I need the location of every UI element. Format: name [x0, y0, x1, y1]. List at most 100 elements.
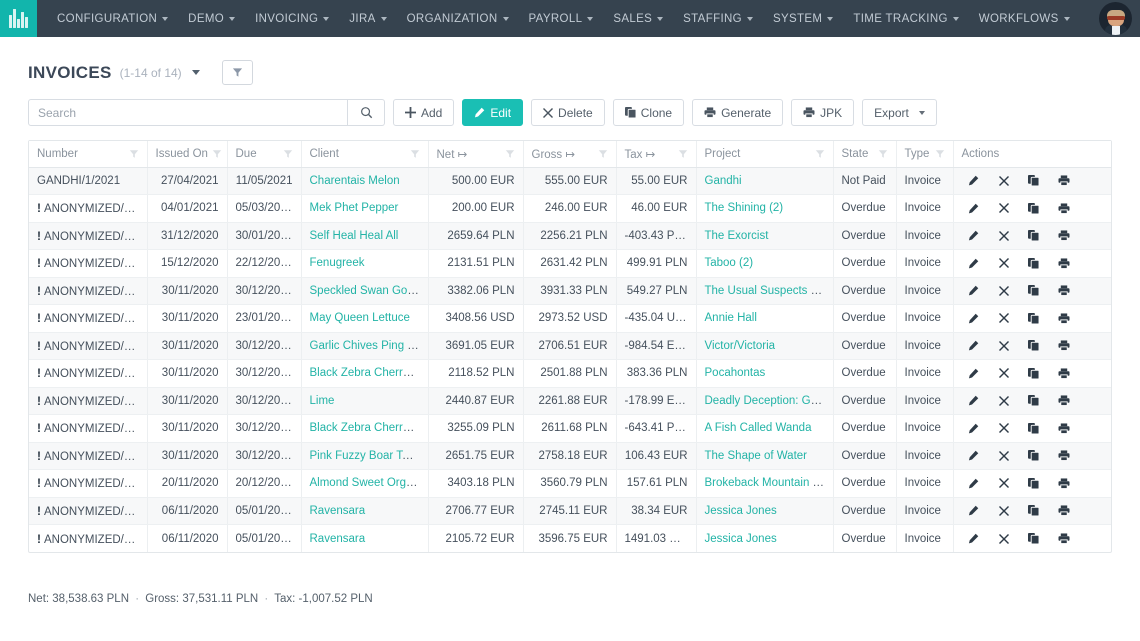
column-header-issued-on[interactable]: Issued On [147, 141, 227, 167]
row-clone-button[interactable] [1020, 529, 1048, 549]
row-delete-button[interactable] [990, 529, 1018, 549]
table-row[interactable]: !ANONYMIZED/5/202130/11/202030/12/2020Ga… [29, 332, 1111, 360]
row-clone-button[interactable] [1020, 253, 1048, 273]
row-clone-button[interactable] [1020, 308, 1048, 328]
table-row[interactable]: !ANONYMIZED/9/202130/11/202030/12/2020Pi… [29, 442, 1111, 470]
filter-toggle-button[interactable] [222, 60, 253, 85]
table-row[interactable]: !ANONYMIZED/12/202115/12/202022/12/2020F… [29, 250, 1111, 278]
row-edit-button[interactable] [960, 529, 988, 549]
nav-item-system[interactable]: SYSTEM [763, 0, 843, 37]
column-filter-button[interactable] [505, 149, 515, 159]
record-count-chevron-down-icon[interactable] [192, 70, 200, 75]
nav-item-workflows[interactable]: WORKFLOWS [969, 0, 1080, 37]
row-delete-button[interactable] [990, 336, 1018, 356]
cell-project[interactable]: Annie Hall [696, 305, 833, 333]
row-edit-button[interactable] [960, 418, 988, 438]
search-input[interactable] [28, 99, 348, 126]
cell-client[interactable]: Almond Sweet Organic [301, 470, 428, 498]
cell-client[interactable]: May Queen Lettuce [301, 305, 428, 333]
app-logo[interactable] [0, 0, 37, 37]
add-button[interactable]: Add [393, 99, 454, 126]
column-header-client[interactable]: Client [301, 141, 428, 167]
row-delete-button[interactable] [990, 253, 1018, 273]
cell-client[interactable]: Black Zebra Cherry Tomato [301, 360, 428, 388]
column-filter-button[interactable] [935, 149, 945, 159]
nav-item-invoicing[interactable]: INVOICING [245, 0, 339, 37]
column-header-type[interactable]: Type [896, 141, 953, 167]
cell-client[interactable]: Charentais Melon [301, 167, 428, 195]
cell-project[interactable]: The Usual Suspects (2) [696, 277, 833, 305]
cell-client[interactable]: Speckled Swan Gourd [301, 277, 428, 305]
table-row[interactable]: GANDHI/1/202127/04/202111/05/2021Charent… [29, 167, 1111, 195]
cell-project[interactable]: A Fish Called Wanda [696, 415, 833, 443]
row-edit-button[interactable] [960, 226, 988, 246]
row-clone-button[interactable] [1020, 391, 1048, 411]
row-delete-button[interactable] [990, 391, 1018, 411]
column-header-net[interactable]: Net ↦ [428, 141, 523, 167]
row-print-button[interactable] [1050, 529, 1078, 549]
row-print-button[interactable] [1050, 501, 1078, 521]
column-filter-button[interactable] [410, 149, 420, 159]
column-filter-button[interactable] [212, 149, 222, 159]
row-edit-button[interactable] [960, 446, 988, 466]
clone-button[interactable]: Clone [613, 99, 684, 126]
column-filter-button[interactable] [283, 149, 293, 159]
nav-item-demo[interactable]: DEMO [178, 0, 245, 37]
cell-client[interactable]: Self Heal Heal All [301, 222, 428, 250]
nav-item-staffing[interactable]: STAFFING [673, 0, 763, 37]
row-edit-button[interactable] [960, 308, 988, 328]
cell-project[interactable]: The Shape of Water [696, 442, 833, 470]
row-print-button[interactable] [1050, 198, 1078, 218]
cell-client[interactable]: Ravensara [301, 525, 428, 553]
cell-client[interactable]: Lime [301, 387, 428, 415]
nav-item-time-tracking[interactable]: TIME TRACKING [843, 0, 968, 37]
column-header-actions[interactable]: Actions [953, 141, 1111, 167]
column-header-state[interactable]: State [833, 141, 896, 167]
table-row[interactable]: !ANONYMIZED/6/202106/11/202005/01/2021Ra… [29, 497, 1111, 525]
column-header-gross[interactable]: Gross ↦ [523, 141, 616, 167]
table-row[interactable]: !ANONYMIZED/10/202104/01/202105/03/2021M… [29, 195, 1111, 223]
row-edit-button[interactable] [960, 473, 988, 493]
row-clone-button[interactable] [1020, 281, 1048, 301]
row-edit-button[interactable] [960, 391, 988, 411]
cell-project[interactable]: Taboo (2) [696, 250, 833, 278]
row-print-button[interactable] [1050, 253, 1078, 273]
row-edit-button[interactable] [960, 281, 988, 301]
user-avatar[interactable] [1099, 2, 1132, 35]
jpk-button[interactable]: JPK [791, 99, 854, 126]
nav-item-sales[interactable]: SALES [603, 0, 673, 37]
cell-client[interactable]: Mek Phet Pepper [301, 195, 428, 223]
table-row[interactable]: !ANONYMIZED/2/202120/11/202020/12/2020Al… [29, 470, 1111, 498]
table-row[interactable]: !ANONYMIZED/11/202131/12/202030/01/2021S… [29, 222, 1111, 250]
row-print-button[interactable] [1050, 418, 1078, 438]
row-delete-button[interactable] [990, 281, 1018, 301]
cell-project[interactable]: Deadly Deception: General Ele… [696, 387, 833, 415]
row-clone-button[interactable] [1020, 418, 1048, 438]
row-print-button[interactable] [1050, 226, 1078, 246]
row-delete-button[interactable] [990, 363, 1018, 383]
row-clone-button[interactable] [1020, 198, 1048, 218]
column-filter-button[interactable] [129, 149, 139, 159]
row-print-button[interactable] [1050, 391, 1078, 411]
row-clone-button[interactable] [1020, 501, 1048, 521]
table-row[interactable]: !ANONYMIZED/7/202106/11/202005/01/2021Ra… [29, 525, 1111, 553]
cell-project[interactable]: Pocahontas [696, 360, 833, 388]
row-print-button[interactable] [1050, 308, 1078, 328]
cell-project[interactable]: Victor/Victoria [696, 332, 833, 360]
row-edit-button[interactable] [960, 363, 988, 383]
export-button[interactable]: Export [862, 99, 937, 126]
row-clone-button[interactable] [1020, 446, 1048, 466]
table-row[interactable]: !ANONYMIZED/1/202130/11/202030/12/2020Li… [29, 387, 1111, 415]
table-row[interactable]: !ANONYMIZED/0/202130/11/202030/12/2020Bl… [29, 360, 1111, 388]
generate-button[interactable]: Generate [692, 99, 783, 126]
nav-item-configuration[interactable]: CONFIGURATION [47, 0, 178, 37]
search-button[interactable] [348, 99, 385, 126]
column-filter-button[interactable] [598, 149, 608, 159]
row-print-button[interactable] [1050, 171, 1078, 191]
column-header-due[interactable]: Due [227, 141, 301, 167]
row-edit-button[interactable] [960, 198, 988, 218]
cell-project[interactable]: Brokeback Mountain (2) [696, 470, 833, 498]
nav-item-jira[interactable]: JIRA [339, 0, 396, 37]
row-print-button[interactable] [1050, 473, 1078, 493]
row-delete-button[interactable] [990, 226, 1018, 246]
